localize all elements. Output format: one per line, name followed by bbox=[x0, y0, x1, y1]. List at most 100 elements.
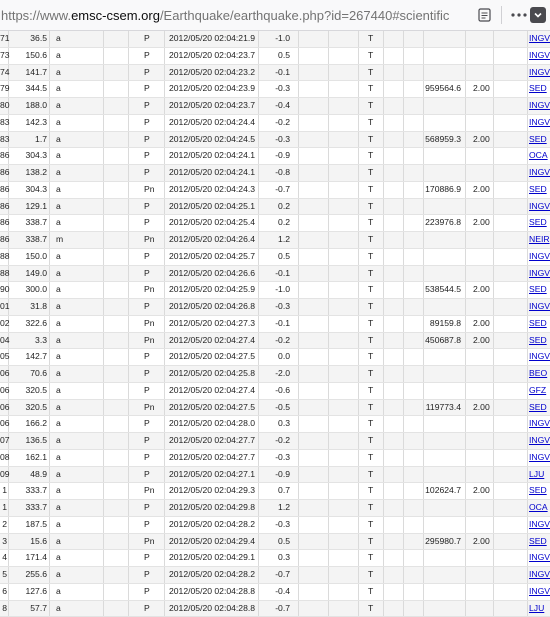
agency-link[interactable]: INGV bbox=[529, 48, 550, 64]
period-cell: 2.00 bbox=[473, 316, 490, 332]
table-row: 86129.1aP2012/05/20 02:04:25.10.2TINGV bbox=[0, 199, 550, 216]
time-cell: 2012/05/20 02:04:26.4 bbox=[169, 232, 255, 248]
pocket-icon[interactable] bbox=[530, 7, 546, 23]
residual-cell: -0.1 bbox=[264, 316, 290, 332]
agency-link[interactable]: SED bbox=[529, 333, 547, 349]
time-cell: 2012/05/20 02:04:28.0 bbox=[169, 416, 255, 432]
residual-cell: -0.3 bbox=[264, 299, 290, 315]
agency-link[interactable]: INGV bbox=[529, 31, 550, 47]
type-cell: T bbox=[368, 232, 373, 248]
agency-link[interactable]: INGV bbox=[529, 249, 550, 265]
url-text[interactable]: https://www.emsc-csem.org/Earthquake/ear… bbox=[0, 8, 449, 23]
azimuth-cell: 255.6 bbox=[9, 567, 47, 583]
residual-cell: -0.3 bbox=[264, 517, 290, 533]
row-id: 86 bbox=[0, 232, 7, 248]
reader-view-icon[interactable] bbox=[473, 4, 495, 26]
row-id: 80 bbox=[0, 98, 7, 114]
agency-link[interactable]: INGV bbox=[529, 567, 550, 583]
agency-link[interactable]: SED bbox=[529, 282, 547, 298]
table-row: 86338.7aP2012/05/20 02:04:25.40.2T223976… bbox=[0, 215, 550, 232]
address-bar[interactable]: https://www.emsc-csem.org/Earthquake/ear… bbox=[0, 0, 550, 31]
agency-link[interactable]: SED bbox=[529, 182, 547, 198]
type-cell: T bbox=[368, 483, 373, 499]
url-path: /Earthquake/earthquake.php?id=267440#sci… bbox=[160, 8, 449, 23]
phase-cell: Pn bbox=[144, 182, 155, 198]
more-icon[interactable] bbox=[508, 4, 530, 26]
agency-link[interactable]: OCA bbox=[529, 500, 548, 516]
type-cell: T bbox=[368, 132, 373, 148]
row-id: 79 bbox=[0, 81, 7, 97]
flag-cell: a bbox=[56, 31, 61, 47]
residual-cell: -0.2 bbox=[264, 433, 290, 449]
row-id: 5 bbox=[0, 567, 7, 583]
agency-link[interactable]: INGV bbox=[529, 266, 550, 282]
type-cell: T bbox=[368, 299, 373, 315]
agency-link[interactable]: INGV bbox=[529, 115, 550, 131]
agency-link[interactable]: SED bbox=[529, 316, 547, 332]
agency-link[interactable]: INGV bbox=[529, 98, 550, 114]
time-cell: 2012/05/20 02:04:28.8 bbox=[169, 584, 255, 600]
flag-cell: a bbox=[56, 416, 61, 432]
azimuth-cell: 129.1 bbox=[9, 199, 47, 215]
phase-cell: Pn bbox=[144, 534, 155, 550]
amplitude-cell bbox=[419, 148, 461, 164]
period-cell: 2.00 bbox=[473, 333, 490, 349]
table-row: 08162.1aP2012/05/20 02:04:27.7-0.3TINGV bbox=[0, 450, 550, 467]
amplitude-cell bbox=[419, 349, 461, 365]
agency-link[interactable]: INGV bbox=[529, 550, 550, 566]
agency-link[interactable]: SED bbox=[529, 483, 547, 499]
agency-link[interactable]: SED bbox=[529, 400, 547, 416]
agency-link[interactable]: GFZ bbox=[529, 383, 546, 399]
period-cell: 2.00 bbox=[473, 182, 490, 198]
period-cell: 2.00 bbox=[473, 534, 490, 550]
row-id: 83 bbox=[0, 132, 7, 148]
agency-link[interactable]: INGV bbox=[529, 584, 550, 600]
row-id: 1 bbox=[0, 500, 7, 516]
time-cell: 2012/05/20 02:04:26.8 bbox=[169, 299, 255, 315]
amplitude-cell: 295980.7 bbox=[419, 534, 461, 550]
amplitude-cell bbox=[419, 584, 461, 600]
agency-link[interactable]: INGV bbox=[529, 433, 550, 449]
type-cell: T bbox=[368, 567, 373, 583]
time-cell: 2012/05/20 02:04:29.8 bbox=[169, 500, 255, 516]
amplitude-cell: 89159.8 bbox=[419, 316, 461, 332]
agency-link[interactable]: SED bbox=[529, 132, 547, 148]
agency-link[interactable]: NEIR bbox=[529, 232, 550, 248]
type-cell: T bbox=[368, 98, 373, 114]
agency-link[interactable]: INGV bbox=[529, 299, 550, 315]
azimuth-cell: 300.0 bbox=[9, 282, 47, 298]
agency-link[interactable]: INGV bbox=[529, 349, 550, 365]
phase-cell: P bbox=[144, 65, 150, 81]
residual-cell: 1.2 bbox=[264, 232, 290, 248]
time-cell: 2012/05/20 02:04:27.3 bbox=[169, 316, 255, 332]
agency-link[interactable]: INGV bbox=[529, 416, 550, 432]
agency-link[interactable]: LJU bbox=[529, 601, 544, 617]
residual-cell: 0.5 bbox=[264, 249, 290, 265]
type-cell: T bbox=[368, 601, 373, 617]
agency-link[interactable]: SED bbox=[529, 81, 547, 97]
amplitude-cell: 102624.7 bbox=[419, 483, 461, 499]
agency-link[interactable]: OCA bbox=[529, 148, 548, 164]
agency-link[interactable]: SED bbox=[529, 215, 547, 231]
agency-link[interactable]: INGV bbox=[529, 65, 550, 81]
phase-cell: P bbox=[144, 98, 150, 114]
time-cell: 2012/05/20 02:04:28.8 bbox=[169, 601, 255, 617]
agency-link[interactable]: LJU bbox=[529, 467, 544, 483]
azimuth-cell: 338.7 bbox=[9, 232, 47, 248]
agency-link[interactable]: BEO bbox=[529, 366, 547, 382]
agency-link[interactable]: INGV bbox=[529, 165, 550, 181]
phase-cell: P bbox=[144, 601, 150, 617]
agency-link[interactable]: INGV bbox=[529, 517, 550, 533]
azimuth-cell: 127.6 bbox=[9, 584, 47, 600]
table-row: 07136.5aP2012/05/20 02:04:27.7-0.2TINGV bbox=[0, 433, 550, 450]
agency-link[interactable]: SED bbox=[529, 534, 547, 550]
residual-cell: 0.3 bbox=[264, 416, 290, 432]
phase-cell: P bbox=[144, 115, 150, 131]
agency-link[interactable]: INGV bbox=[529, 450, 550, 466]
time-cell: 2012/05/20 02:04:27.5 bbox=[169, 349, 255, 365]
amplitude-cell bbox=[419, 517, 461, 533]
arrivals-table: 7136.5aP2012/05/20 02:04:21.9-1.0TINGV73… bbox=[0, 31, 550, 617]
flag-cell: a bbox=[56, 299, 61, 315]
agency-link[interactable]: INGV bbox=[529, 199, 550, 215]
type-cell: T bbox=[368, 182, 373, 198]
